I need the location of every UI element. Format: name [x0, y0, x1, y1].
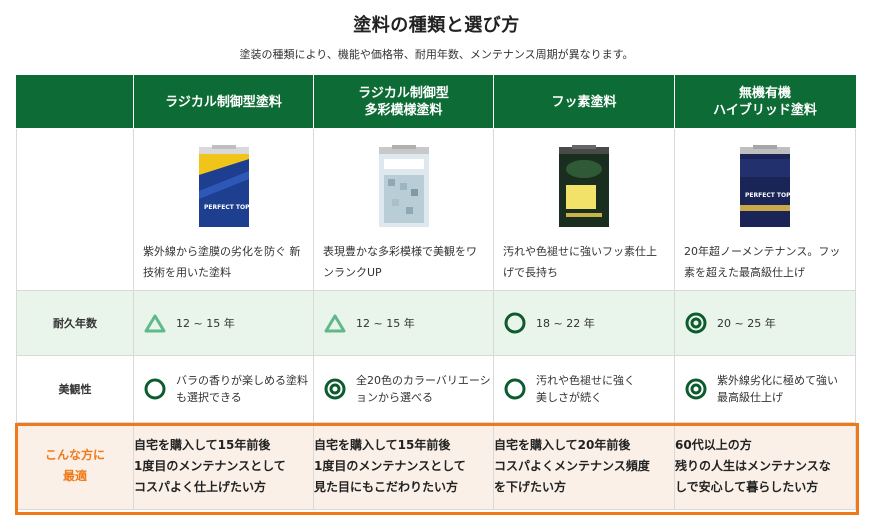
beauty-cell-radical: バラの香りが楽しめる塗料も選択できる	[133, 355, 314, 423]
header-corner-cell	[16, 75, 134, 129]
best-for-hybrid: 60代以上の方 残りの人生はメンテナンスな しで安心して暮らしたい方	[674, 422, 856, 510]
product-cell-fluorine: 汚れや色褪せに強いフッ素仕上げで長持ち	[493, 128, 675, 291]
durability-value: 12 ~ 15 年	[356, 316, 415, 330]
best-for-radical: 自宅を購入して15年前後 1度目のメンテナンスとして コスパよく仕上げたい方	[133, 422, 314, 510]
triangle-icon	[324, 314, 346, 333]
product-cell-hybrid: PERFECT TOP 20年超ノーメンテナンス。フッ素を超えた最高級仕上げ	[674, 128, 856, 291]
double-circle-icon	[685, 312, 707, 334]
product-description: 表現豊かな多彩模様で美観をワンランクUP	[323, 245, 477, 279]
beauty-value: バラの香りが楽しめる塗料も選択できる	[176, 374, 308, 404]
product-description: 汚れや色褪せに強いフッ素仕上げで長持ち	[503, 245, 657, 279]
double-circle-icon	[685, 378, 707, 400]
best-for-fluorine: 自宅を購入して20年前後 コスパよくメンテナンス頻度 を下げたい方	[493, 422, 675, 510]
durability-value: 12 ~ 15 年	[176, 316, 235, 330]
header-fluorine: フッ素塗料	[493, 75, 675, 129]
beauty-label: 美観性	[16, 355, 134, 423]
svg-text:PERFECT TOP: PERFECT TOP	[204, 204, 250, 211]
best-for-label: こんな方に 最適	[16, 422, 134, 510]
product-description: 紫外線から塗膜の劣化を防ぐ 新技術を用いた塗料	[143, 245, 301, 279]
product-description: 20年超ノーメンテナンス。フッ素を超えた最高級仕上げ	[684, 245, 841, 279]
page-subtitle: 塗装の種類により、機能や価格帯、耐用年数、メンテナンス周期が異なります。	[239, 48, 634, 61]
triangle-icon	[144, 314, 166, 333]
durability-row: 耐久年数 12 ~ 15 年 12 ~ 15 年 18 ~ 22 年 20 ~ …	[16, 290, 856, 356]
header-radical: ラジカル制御型塗料	[133, 75, 314, 129]
durability-cell-radical: 12 ~ 15 年	[133, 290, 314, 356]
durability-cell-fluorine: 18 ~ 22 年	[493, 290, 675, 356]
best-for-row: こんな方に 最適 自宅を購入して15年前後 1度目のメンテナンスとして コスパよ…	[16, 422, 856, 510]
durability-cell-radical-multicolor: 12 ~ 15 年	[313, 290, 494, 356]
beauty-cell-hybrid: 紫外線劣化に極めて強い 最高級仕上げ	[674, 355, 856, 423]
circle-icon	[504, 378, 526, 400]
durability-cell-hybrid: 20 ~ 25 年	[674, 290, 856, 356]
beauty-value: 全20色のカラーバリエーションから選べる	[356, 374, 491, 404]
durability-value: 18 ~ 22 年	[536, 316, 595, 330]
beauty-row: 美観性 バラの香りが楽しめる塗料も選択できる 全20色のカラーバリエーションから…	[16, 355, 856, 423]
header-radical-multicolor: ラジカル制御型 多彩模様塗料	[313, 75, 494, 129]
paint-comparison-table: ラジカル制御型塗料 ラジカル制御型 多彩模様塗料 フッ素塗料 無機有機 ハイブリ…	[16, 75, 856, 510]
beauty-value: 紫外線劣化に極めて強い 最高級仕上げ	[717, 374, 838, 404]
product-row: PERFECT TOP 紫外線から塗膜の劣化を防ぐ 新技術を用いた塗料 表現豊か…	[16, 128, 856, 291]
paint-can-image	[378, 145, 429, 227]
page-title: 塗料の種類と選び方	[353, 15, 520, 36]
best-for-radical-multicolor: 自宅を購入して15年前後 1度目のメンテナンスとして 見た目にもこだわりたい方	[313, 422, 494, 510]
header-hybrid: 無機有機 ハイブリッド塗料	[674, 75, 856, 129]
beauty-value: 汚れや色褪せに強く 美しさが続く	[536, 374, 635, 404]
durability-label: 耐久年数	[16, 290, 134, 356]
product-label-cell	[16, 128, 134, 291]
beauty-cell-fluorine: 汚れや色褪せに強く 美しさが続く	[493, 355, 675, 423]
paint-can-image	[559, 145, 609, 227]
svg-text:PERFECT TOP: PERFECT TOP	[745, 192, 791, 199]
product-cell-radical: PERFECT TOP 紫外線から塗膜の劣化を防ぐ 新技術を用いた塗料	[133, 128, 314, 291]
double-circle-icon	[324, 378, 346, 400]
product-cell-radical-multicolor: 表現豊かな多彩模様で美観をワンランクUP	[313, 128, 494, 291]
durability-value: 20 ~ 25 年	[717, 316, 776, 330]
paint-can-image: PERFECT TOP	[740, 145, 791, 227]
beauty-cell-radical-multicolor: 全20色のカラーバリエーションから選べる	[313, 355, 494, 423]
circle-icon	[144, 378, 166, 400]
paint-can-image: PERFECT TOP	[198, 145, 250, 227]
circle-icon	[504, 312, 526, 334]
header-row: ラジカル制御型塗料 ラジカル制御型 多彩模様塗料 フッ素塗料 無機有機 ハイブリ…	[16, 75, 856, 129]
